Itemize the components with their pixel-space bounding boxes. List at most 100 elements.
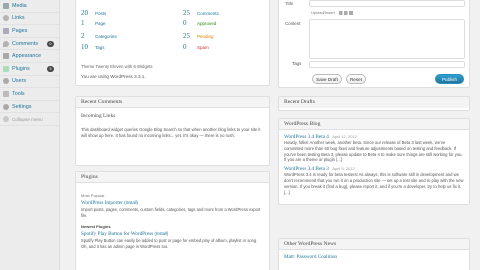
incoming-links-title[interactable]: Incoming Links [81, 113, 264, 119]
recent-drafts-title[interactable]: Recent Drafts [279, 97, 469, 108]
collapse-menu-label: Collapse menu [12, 116, 43, 122]
menu-item-label: Comments [12, 40, 39, 47]
wordpress-blog-body: WordPress 3.4 Beta 4 April 12, 2012 Howd… [279, 130, 469, 202]
rn-comments-row[interactable]: 25 Comments [183, 9, 219, 17]
other-news-widget: Other WordPress News Matt: Password Coal… [278, 238, 470, 270]
reset-button[interactable]: Reset [346, 74, 366, 84]
plugins-icon [3, 65, 9, 72]
plugin-install-link[interactable]: (Install) [155, 231, 169, 236]
newest-plugins-label: Newest Plugins [81, 224, 111, 230]
menu-item-label: Pages [12, 27, 28, 34]
incoming-links-text: This dashboard widget queries Google Blo… [81, 127, 261, 138]
tools-icon [3, 90, 9, 97]
media-buttons-icon [338, 10, 353, 15]
save-draft-button[interactable]: Save Draft [312, 74, 342, 84]
version-info: You are using WordPress 3.3.1. [81, 74, 146, 79]
other-news-title[interactable]: Other WordPress News [279, 239, 469, 250]
menu-item-label: Media [12, 2, 27, 9]
menu-item-links[interactable]: Links [0, 13, 59, 26]
rn-label: Approved [197, 21, 217, 26]
plugin-description: Spotify Play Button can easily be added … [81, 238, 258, 249]
collapse-menu-button[interactable]: Collapse menu [0, 113, 59, 126]
plugin-install-link[interactable]: (Install) [124, 200, 138, 205]
blog-post-excerpt: WordPress 3.4 is ready for beta testers!… [284, 172, 464, 195]
incoming-links-section: Incoming Links This dashboard widget que… [76, 108, 269, 144]
rn-count: 25 [183, 32, 190, 40]
pages-icon [3, 27, 9, 34]
rn-count: 10 [81, 43, 88, 51]
plugin-entry: WordPress Importer (Install) [81, 200, 264, 207]
rn-pages-row[interactable]: 1 Page [81, 19, 106, 27]
rn-count: 2 [81, 32, 85, 40]
plugins-count-badge: 3 [46, 65, 54, 72]
news-item-link[interactable]: Matt: Password Coalition [279, 250, 469, 264]
rn-label: Categories [95, 34, 117, 39]
rn-count: 0 [183, 19, 187, 27]
plugin-title-link[interactable]: Spotify Play Button for WordPress [81, 231, 153, 237]
menu-item-label: Appearance [12, 53, 42, 60]
rn-approved-row[interactable]: 0 Approved [183, 19, 216, 27]
menu-item-comments[interactable]: Comments 0 [0, 38, 59, 51]
rn-tags-row[interactable]: 10 Tags [81, 43, 105, 51]
wordpress-blog-widget: WordPress Blog WordPress 3.4 Beta 4 Apri… [278, 118, 470, 205]
media-icon [3, 2, 9, 9]
title-input[interactable] [309, 0, 465, 7]
title-label: Title [285, 1, 294, 6]
content-textarea[interactable] [309, 19, 465, 59]
plugins-widget: Plugins Most Popular WordPress Importer … [75, 171, 270, 270]
upload-insert-label: Upload/Insert [311, 10, 335, 15]
appearance-icon [3, 53, 9, 60]
tags-label: Tags [292, 61, 302, 66]
upload-insert[interactable]: Upload/Insert [311, 10, 353, 15]
menu-item-appearance[interactable]: Appearance [0, 50, 59, 63]
comments-icon [3, 40, 9, 47]
rn-count: 1 [81, 19, 85, 27]
rn-label: Page [95, 21, 106, 26]
blog-post-excerpt: Howdy, folks! Another week, another beta… [284, 140, 463, 163]
settings-icon [3, 103, 9, 110]
rn-categories-row[interactable]: 2 Categories [81, 32, 117, 40]
users-icon [3, 78, 9, 85]
publish-button[interactable]: Publish [435, 74, 464, 84]
recent-drafts-widget: Recent Drafts [278, 96, 470, 111]
admin-menu: Media Links Pages Comments 0 Appearance … [0, 0, 60, 270]
rn-count: 25 [183, 9, 190, 17]
menu-item-media[interactable]: Media [0, 0, 59, 13]
rn-spam-row[interactable]: 0 Spam [183, 43, 209, 51]
links-icon [3, 15, 9, 22]
menu-item-label: Users [12, 78, 27, 85]
blog-post-date: April 12, 2012 [332, 134, 357, 139]
plugins-title[interactable]: Plugins [76, 172, 269, 183]
wordpress-blog-title[interactable]: WordPress Blog [279, 119, 469, 130]
rn-label: Comments [197, 11, 219, 16]
menu-item-plugins[interactable]: Plugins 3 [0, 63, 59, 76]
menu-item-pages[interactable]: Pages [0, 25, 59, 38]
tags-input[interactable] [309, 61, 465, 68]
rn-pending-row[interactable]: 25 Pending [183, 32, 214, 40]
recent-comments-title[interactable]: Recent Comments [76, 97, 269, 108]
menu-item-label: Settings [12, 103, 32, 110]
menu-item-label: Tools [12, 90, 25, 97]
plugin-title-link[interactable]: WordPress Importer [81, 200, 123, 206]
rn-label: Spam [197, 45, 209, 50]
menu-item-label: Links [12, 15, 25, 22]
menu-item-tools[interactable]: Tools [0, 88, 59, 101]
comments-count-badge: 0 [46, 40, 54, 47]
rn-posts-row[interactable]: 20 Posts [81, 9, 106, 17]
plugin-entry: Spotify Play Button for WordPress (Insta… [81, 231, 264, 238]
right-now-widget: 20 Posts 1 Page 2 Categories 10 Tags 25 … [75, 0, 270, 86]
menu-item-label: Plugins [12, 65, 30, 72]
collapse-arrow-icon [3, 116, 9, 123]
rn-count: 0 [183, 43, 187, 51]
most-popular-label: Most Popular [81, 193, 105, 198]
recent-comments-widget: Recent Comments Incoming Links This dash… [75, 96, 270, 166]
menu-item-users[interactable]: Users [0, 76, 59, 89]
blog-post-date: April 5, 2012 [332, 166, 355, 172]
plugins-body: Most Popular WordPress Importer (Install… [76, 183, 269, 255]
theme-info: Theme Twenty Eleven with 6 Widgets [81, 64, 153, 69]
plugin-description: Import posts, pages, comments, custom fi… [81, 207, 261, 218]
rn-count: 20 [81, 9, 88, 17]
menu-item-settings[interactable]: Settings [0, 101, 59, 114]
rn-label: Pending [197, 34, 214, 39]
content-label: Content [285, 21, 301, 26]
